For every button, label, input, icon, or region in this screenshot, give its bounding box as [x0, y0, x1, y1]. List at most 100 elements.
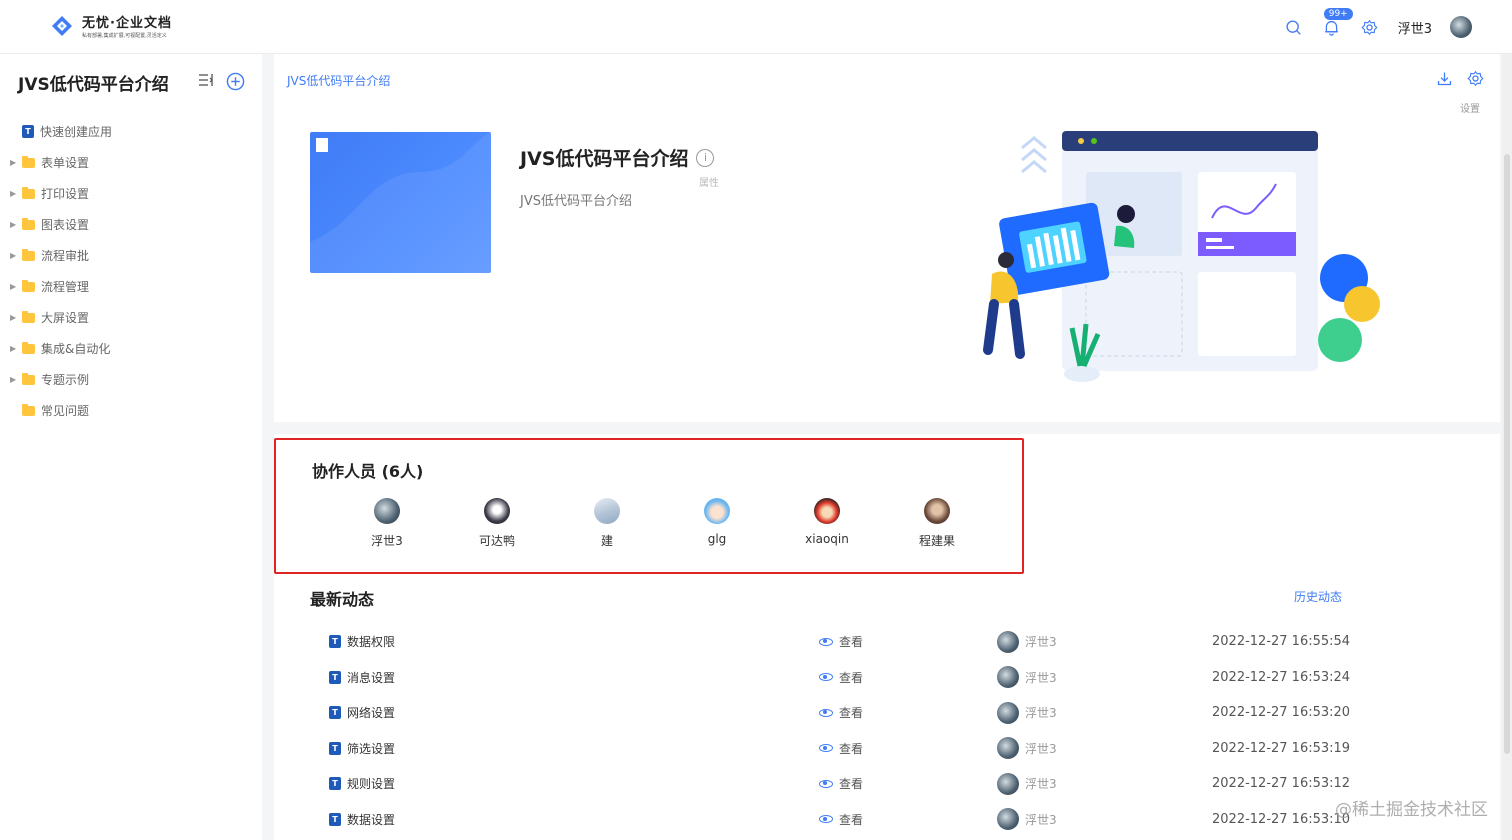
activity-time: 2022-12-27 16:53:24	[1212, 669, 1351, 685]
collapse-menu-icon[interactable]	[198, 72, 214, 88]
activity-doc[interactable]: 数据权限	[347, 633, 395, 650]
logo-subtitle: 私有部署,集成扩展,可视配置,灵活定义	[82, 33, 167, 39]
tree-item-quick-create[interactable]: T 快速创建应用	[0, 116, 262, 147]
activity-action: 查看	[839, 635, 864, 650]
tree-item-label: 流程管理	[41, 280, 90, 294]
tree-item-label: 常见问题	[41, 404, 90, 418]
collaborator-item[interactable]: 建	[552, 498, 662, 549]
sidebar-title: JVS低代码平台介绍	[18, 75, 169, 95]
folder-icon	[22, 341, 35, 354]
search-icon	[1286, 19, 1301, 35]
tree-item-form[interactable]: ▶ 表单设置	[0, 147, 262, 178]
avatar	[484, 498, 510, 524]
caret-right-icon[interactable]: ▶	[10, 375, 22, 384]
document-icon: T	[22, 125, 34, 138]
tree-item-bigscreen[interactable]: ▶ 大屏设置	[0, 302, 262, 333]
activity-row[interactable]: T 数据权限 查看 浮世3 2022-12-27 16:55:54	[329, 624, 1359, 660]
activity-user: 浮世3	[1025, 777, 1057, 792]
activity-doc[interactable]: 网络设置	[347, 704, 395, 721]
activity-doc[interactable]: 数据设置	[347, 811, 395, 828]
activity-row[interactable]: T 筛选设置 查看 浮世3 2022-12-27 16:53:19	[329, 731, 1359, 767]
settings-icon[interactable]	[1467, 70, 1484, 87]
activity-user: 浮世3	[1025, 741, 1057, 756]
tree-item-chart[interactable]: ▶ 图表设置	[0, 209, 262, 240]
collaborator-item[interactable]: glg	[662, 498, 772, 549]
breadcrumb[interactable]: JVS低代码平台介绍	[287, 72, 390, 89]
download-icon[interactable]	[1436, 70, 1453, 87]
caret-right-icon[interactable]: ▶	[10, 251, 22, 260]
tree-item-examples[interactable]: ▶ 专题示例	[0, 364, 262, 395]
avatar	[704, 498, 730, 524]
caret-right-icon[interactable]: ▶	[10, 344, 22, 353]
folder-icon	[22, 279, 35, 292]
activity-row[interactable]: T 规则设置 查看 浮世3 2022-12-27 16:53:12	[329, 766, 1359, 802]
activity-doc[interactable]: 规则设置	[347, 775, 395, 792]
collaborator-item[interactable]: 浮世3	[332, 498, 442, 549]
notification-badge: 99+	[1323, 8, 1353, 20]
avatar	[814, 498, 840, 524]
add-circle-icon[interactable]	[226, 72, 245, 91]
app-logo[interactable]: 无忧·企业文档 私有部署,集成扩展,可视配置,灵活定义	[50, 12, 172, 39]
activity-row[interactable]: T 数据设置 查看 浮世3 2022-12-27 16:53:10	[329, 802, 1359, 838]
bell-icon	[1325, 20, 1339, 36]
info-icon[interactable]: i	[696, 148, 715, 167]
tree-item-integration[interactable]: ▶ 集成&自动化	[0, 333, 262, 364]
tree-item-faq[interactable]: 常见问题	[0, 395, 262, 426]
activity-time: 2022-12-27 16:53:12	[1212, 776, 1351, 792]
avatar	[594, 498, 620, 524]
collaborator-name: glg	[707, 532, 727, 546]
activity-row[interactable]: T 消息设置 查看 浮世3 2022-12-27 16:53:24	[329, 660, 1359, 696]
tree-item-approval[interactable]: ▶ 流程审批	[0, 240, 262, 271]
username[interactable]: 浮世3	[1398, 18, 1432, 37]
notification-button[interactable]: 99+	[1322, 8, 1353, 37]
tree-item-process[interactable]: ▶ 流程管理	[0, 271, 262, 302]
doc-cover-image	[310, 132, 491, 273]
folder-icon	[22, 186, 35, 199]
sidebar: JVS低代码平台介绍 T 快速创建应用 ▶ 表单设置 ▶ 打印设置 ▶ 图表设置…	[0, 54, 262, 840]
doc-subtitle: JVS低代码平台介绍	[520, 194, 632, 209]
document-icon: T	[329, 812, 341, 826]
scrollbar-thumb[interactable]	[1504, 154, 1510, 754]
activity-user: 浮世3	[1025, 635, 1057, 650]
caret-right-icon[interactable]: ▶	[10, 158, 22, 167]
avatar	[997, 772, 1019, 795]
collaborator-name: 浮世3	[371, 534, 403, 548]
activity-action: 查看	[839, 706, 864, 721]
watermark: @稀土掘金技术社区	[1335, 800, 1488, 820]
collaborator-item[interactable]: 可达鸭	[442, 498, 552, 549]
activity-action: 查看	[839, 670, 864, 685]
collaborator-item[interactable]: 程建果	[882, 498, 992, 549]
search-button[interactable]	[1284, 17, 1304, 37]
caret-right-icon[interactable]: ▶	[10, 189, 22, 198]
caret-right-icon[interactable]: ▶	[10, 220, 22, 229]
eye-icon	[819, 815, 833, 824]
collaborator-name: 建	[600, 534, 613, 548]
history-link[interactable]: 历史动态	[1294, 588, 1342, 605]
collaborator-name: xiaoqin	[805, 532, 849, 546]
dashboard-illustration	[983, 131, 1380, 382]
tree-item-label: 大屏设置	[41, 311, 90, 325]
doc-tree: T 快速创建应用 ▶ 表单设置 ▶ 打印设置 ▶ 图表设置 ▶ 流程审批 ▶ 流…	[0, 116, 262, 426]
settings-button[interactable]	[1360, 17, 1380, 37]
activity-doc[interactable]: 筛选设置	[347, 740, 395, 757]
avatar	[997, 666, 1019, 689]
folder-icon	[22, 217, 35, 230]
collaborator-item[interactable]: xiaoqin	[772, 498, 882, 549]
folder-icon	[22, 372, 35, 385]
activity-row[interactable]: T 网络设置 查看 浮世3 2022-12-27 16:53:20	[329, 695, 1359, 731]
tree-item-label: 专题示例	[41, 373, 90, 387]
caret-right-icon[interactable]: ▶	[10, 313, 22, 322]
tree-item-print[interactable]: ▶ 打印设置	[0, 178, 262, 209]
page-scrollbar[interactable]	[1502, 54, 1512, 840]
top-bar: 无忧·企业文档 私有部署,集成扩展,可视配置,灵活定义 99+ 浮世3	[0, 0, 1512, 54]
avatar	[997, 701, 1019, 724]
user-avatar[interactable]	[1450, 16, 1472, 38]
tree-item-label: 快速创建应用	[40, 125, 113, 139]
eye-icon	[819, 744, 833, 753]
collaborators-panel: 协作人员 (6人) 浮世3 可达鸭 建 glg xiaoqin 程建果	[274, 438, 1024, 574]
tree-item-label: 表单设置	[41, 156, 90, 170]
avatar	[924, 498, 950, 524]
activity-doc[interactable]: 消息设置	[347, 669, 395, 686]
avatar	[997, 630, 1019, 653]
caret-right-icon[interactable]: ▶	[10, 282, 22, 291]
